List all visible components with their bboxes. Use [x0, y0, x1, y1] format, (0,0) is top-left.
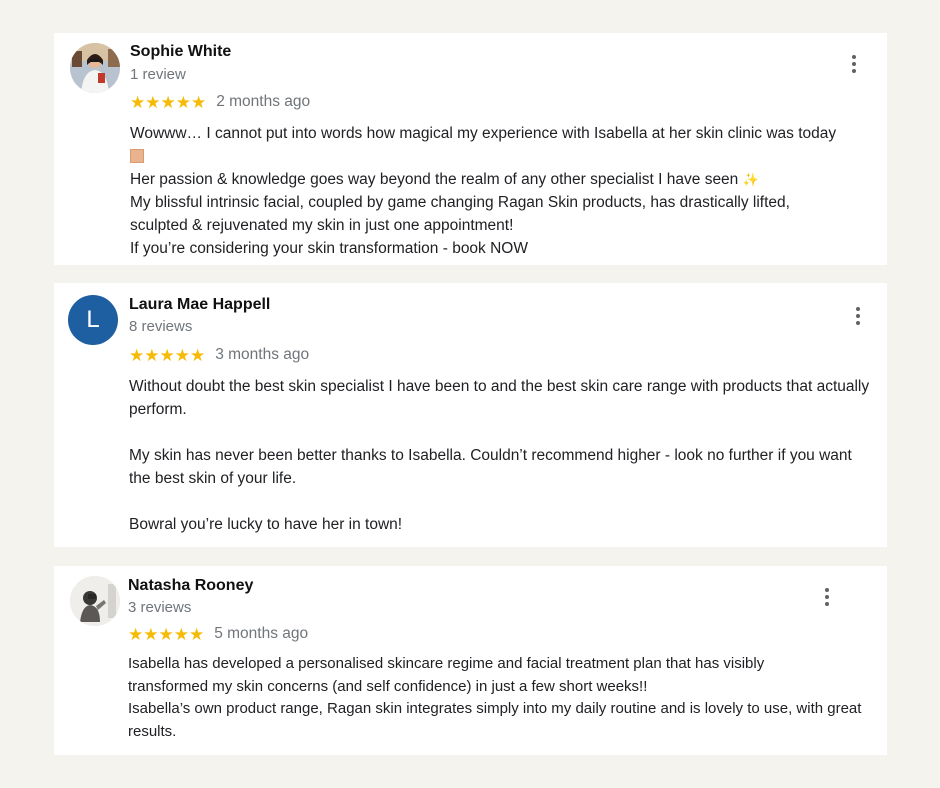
star-rating: ★★★★★ — [130, 92, 207, 112]
reviewer-name[interactable]: Natasha Rooney — [128, 577, 253, 595]
review-line: Isabella has developed a personalised sk… — [128, 655, 765, 695]
review-text: Isabella has developed a personalised sk… — [128, 653, 873, 743]
avatar[interactable] — [70, 43, 120, 93]
review-date: 5 months ago — [214, 625, 309, 642]
review-paragraph: My skin has never been better thanks to … — [129, 447, 852, 487]
review-paragraph: Bowral you’re lucky to have her in town! — [129, 516, 403, 533]
reviewer-name[interactable]: Sophie White — [130, 43, 231, 61]
rating-row: ★★★★★ 2 months ago — [130, 93, 310, 111]
review-card: Sophie White 1 review ★★★★★ 2 months ago… — [54, 33, 887, 265]
review-text: Wowww… I cannot put into words how magic… — [130, 122, 890, 260]
more-options-button[interactable] — [817, 585, 837, 609]
review-line: If you’re considering your skin transfor… — [130, 240, 528, 257]
review-paragraph: Without doubt the best skin specialist I… — [129, 378, 870, 418]
review-count: 8 reviews — [129, 318, 193, 335]
more-vert-icon — [856, 307, 860, 311]
review-line: Wowww… I cannot put into words how magic… — [130, 125, 837, 142]
review-date: 3 months ago — [215, 346, 310, 363]
review-card: L Laura Mae Happell 8 reviews ★★★★★ 3 mo… — [54, 283, 887, 547]
rating-row: ★★★★★ 5 months ago — [128, 625, 308, 643]
more-vert-icon — [825, 588, 829, 592]
sparkles-icon: ✨ — [742, 172, 759, 187]
more-options-button[interactable] — [844, 52, 864, 76]
star-rating: ★★★★★ — [129, 345, 206, 365]
more-vert-icon — [852, 55, 856, 59]
review-line: Her passion & knowledge goes way beyond … — [130, 171, 739, 188]
review-line: My blissful intrinsic facial, coupled by… — [130, 194, 790, 234]
emoji-square — [130, 149, 144, 163]
avatar[interactable]: L — [68, 295, 118, 345]
more-options-button[interactable] — [848, 304, 868, 328]
review-date: 2 months ago — [216, 93, 311, 110]
avatar-initial: L — [86, 306, 100, 333]
review-card: Natasha Rooney 3 reviews ★★★★★ 5 months … — [54, 566, 887, 755]
review-count: 1 review — [130, 66, 186, 83]
star-rating: ★★★★★ — [128, 624, 205, 644]
avatar-photo — [70, 43, 120, 93]
review-text: Without doubt the best skin specialist I… — [129, 375, 874, 536]
review-count: 3 reviews — [128, 599, 192, 616]
avatar-photo — [70, 576, 120, 626]
review-line: Isabella’s own product range, Ragan skin… — [128, 700, 862, 740]
reviewer-name[interactable]: Laura Mae Happell — [129, 296, 270, 314]
rating-row: ★★★★★ 3 months ago — [129, 346, 309, 364]
avatar[interactable] — [70, 576, 120, 626]
